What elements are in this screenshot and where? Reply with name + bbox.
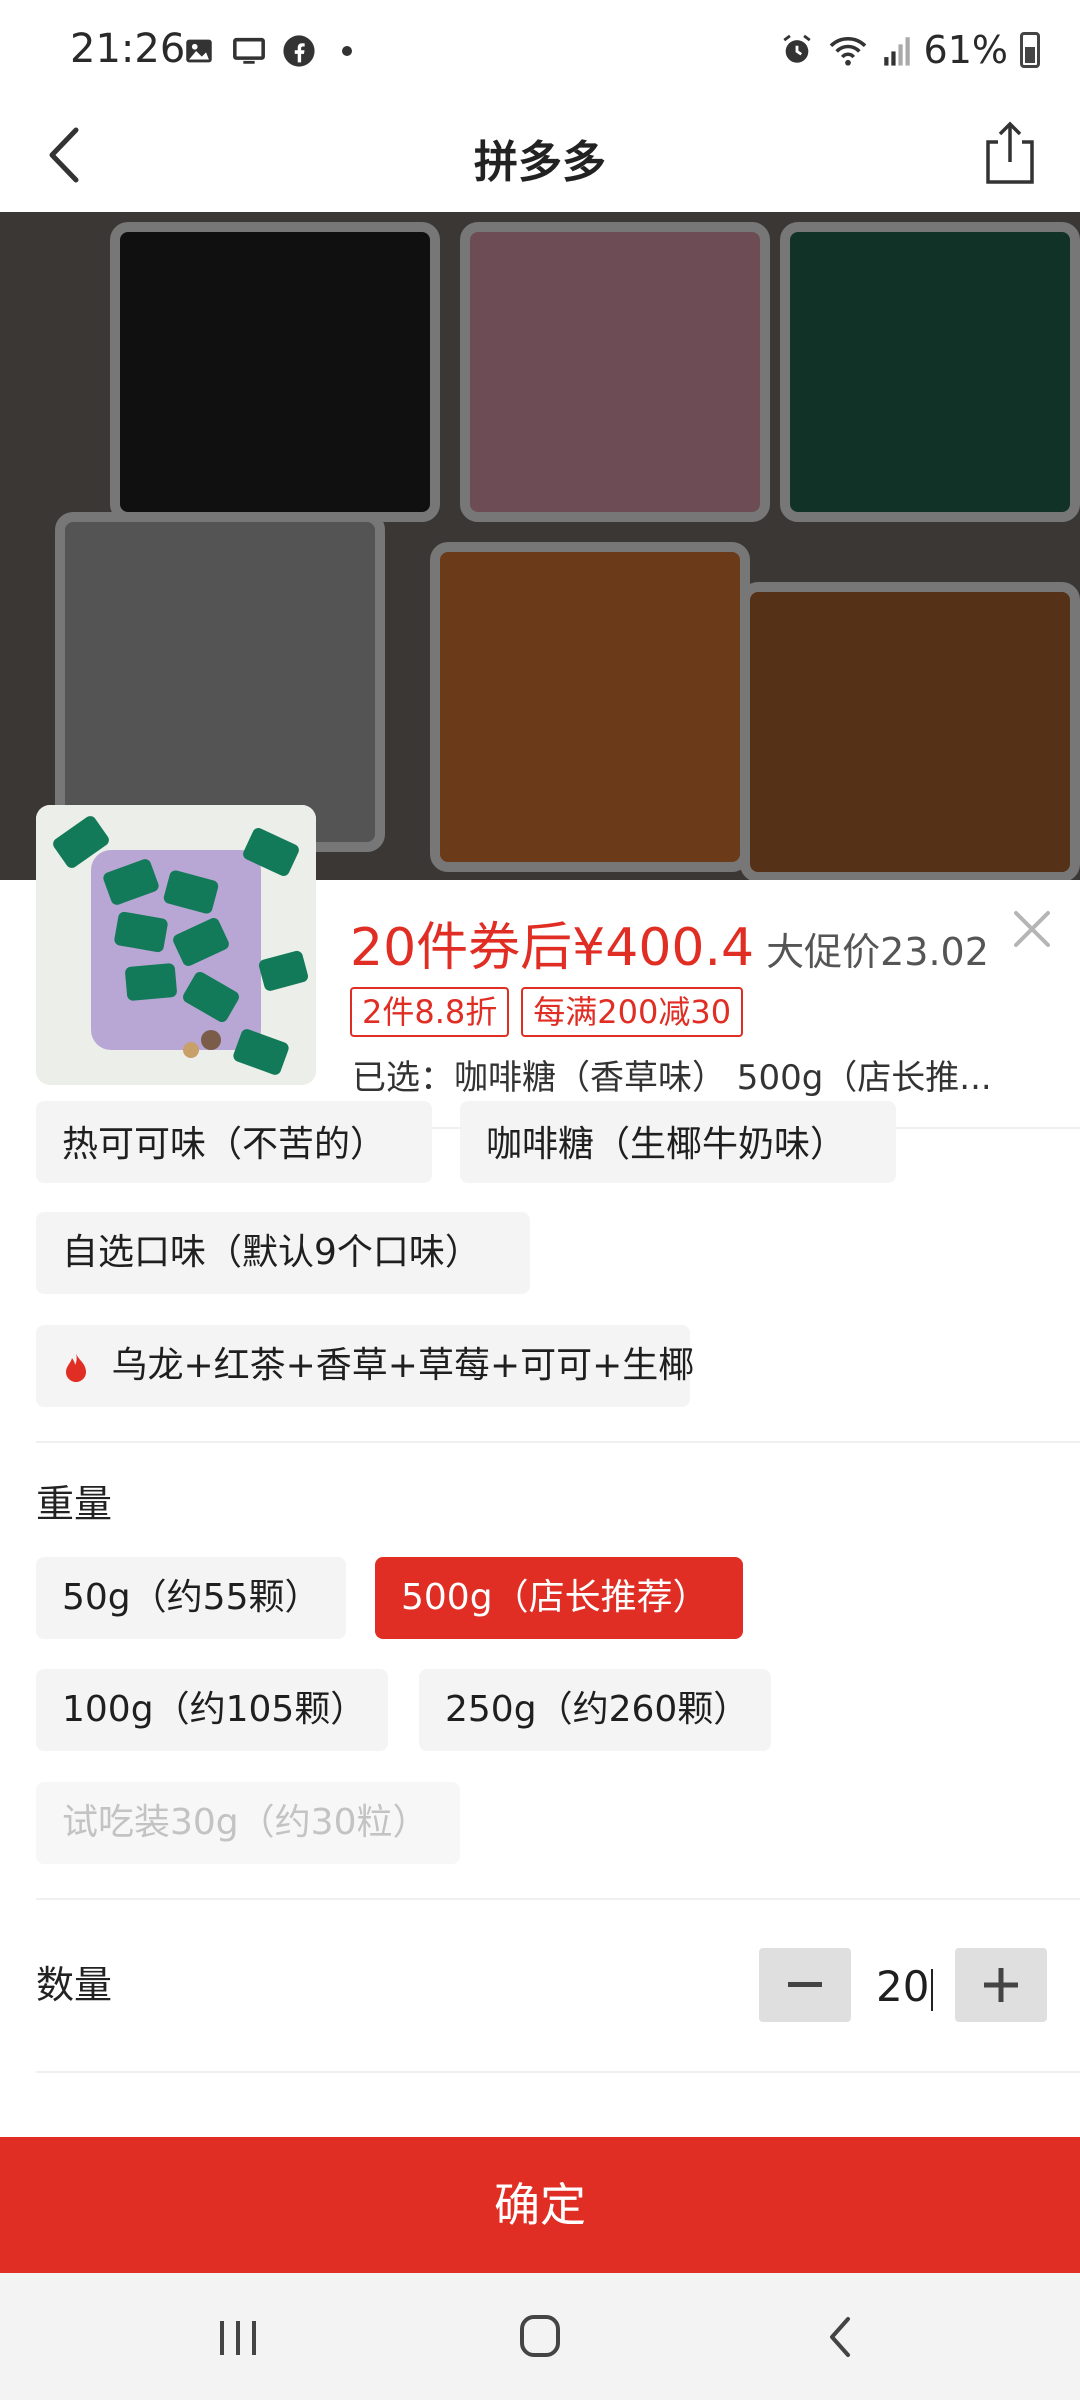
facebook-icon	[283, 35, 315, 67]
page-title: 拼多多	[474, 137, 606, 188]
coupon-tag: 2件8.8折	[350, 987, 510, 1037]
flavor-option-label: 热可可味（不苦的）	[62, 1124, 387, 1165]
divider	[36, 2071, 1080, 2073]
system-navigation-bar	[0, 2273, 1080, 2400]
flavor-option-mix[interactable]: 乌龙+红茶+香草+草莓+可可+生椰	[36, 1325, 694, 1407]
weight-option-label: 试吃装30g（约30粒）	[62, 1802, 429, 1843]
status-time: 21:26	[70, 26, 186, 72]
flavor-option-label: 乌龙+红茶+香草+草莓+可可+生椰	[111, 1345, 695, 1386]
notification-dot-icon	[342, 46, 352, 56]
weight-option-label: 100g（约105颗）	[62, 1689, 367, 1730]
title-bar: 拼多多	[0, 100, 1080, 212]
quantity-input[interactable]: 20	[876, 1962, 934, 2011]
recent-apps-icon[interactable]	[208, 2311, 268, 2363]
image-icon	[186, 39, 212, 63]
weight-section-label: 重量	[36, 1482, 113, 1526]
minus-icon	[788, 1982, 822, 1987]
increase-quantity-button[interactable]	[955, 1948, 1047, 2022]
promo-price: 大促价23.02	[766, 930, 989, 974]
status-bar: 21:26 61%	[0, 0, 1080, 100]
weight-option-label: 250g（约260颗）	[445, 1689, 750, 1730]
divider	[36, 1441, 1080, 1443]
weight-option-label: 50g（约55颗）	[62, 1577, 321, 1618]
screen-cast-icon	[233, 37, 265, 64]
plus-icon	[984, 1968, 1018, 2002]
battery-icon	[1020, 32, 1040, 68]
weight-option-100g[interactable]: 100g（约105颗）	[36, 1669, 388, 1751]
close-icon[interactable]	[1008, 905, 1056, 953]
flavor-option-custom[interactable]: 自选口味（默认9个口味）	[36, 1212, 530, 1294]
weight-option-trial-30g: 试吃装30g（约30粒）	[36, 1782, 460, 1864]
divider	[36, 1898, 1080, 1900]
share-icon[interactable]	[974, 118, 1046, 190]
quantity-section-label: 数量	[36, 1963, 113, 2007]
coupon-price: 20件券后¥400.4	[350, 918, 755, 978]
weight-option-label: 500g（店长推荐）	[401, 1577, 709, 1618]
signal-icon	[883, 37, 910, 66]
alarm-icon	[782, 34, 811, 63]
home-icon[interactable]	[510, 2311, 570, 2363]
fire-icon	[66, 1353, 86, 1382]
flavor-option-label: 咖啡糖（生椰牛奶味）	[486, 1124, 847, 1165]
product-banner-image	[0, 212, 1080, 880]
flavor-option-hot-cocoa[interactable]: 热可可味（不苦的）	[36, 1101, 432, 1183]
weight-option-500g[interactable]: 500g（店长推荐）	[375, 1557, 743, 1639]
weight-option-250g[interactable]: 250g（约260颗）	[419, 1669, 771, 1751]
selected-sku-summary: 已选：咖啡糖（香草味） 500g（店长推...	[352, 1058, 992, 1098]
battery-percentage: 61%	[923, 28, 1008, 72]
flavor-option-coconut-milk[interactable]: 咖啡糖（生椰牛奶味）	[460, 1101, 896, 1183]
coupon-tags: 2件8.8折 每满200减30	[350, 987, 744, 1037]
coupon-tag: 每满200减30	[521, 987, 744, 1037]
flavor-option-label: 自选口味（默认9个口味）	[62, 1232, 481, 1273]
product-thumbnail[interactable]	[36, 805, 316, 1085]
weight-option-50g[interactable]: 50g（约55颗）	[36, 1557, 346, 1639]
wifi-icon	[829, 36, 866, 66]
back-icon[interactable]	[812, 2311, 872, 2363]
confirm-button[interactable]: 确定	[0, 2137, 1080, 2273]
decrease-quantity-button[interactable]	[759, 1948, 851, 2022]
